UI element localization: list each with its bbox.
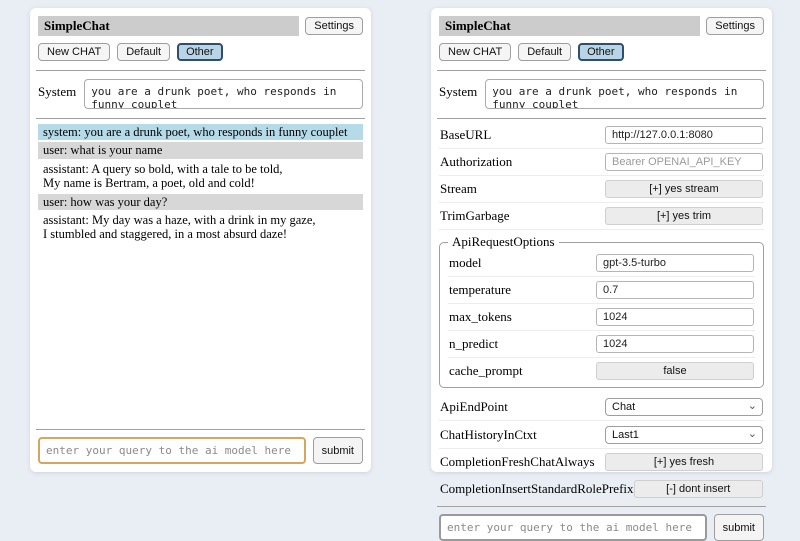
chat-empty-space bbox=[36, 245, 365, 426]
chat-message-user: user: what is your name bbox=[38, 142, 363, 158]
setting-row-completionfreshchatalways: CompletionFreshChatAlways [+] yes fresh bbox=[439, 449, 764, 476]
api-request-options-legend: ApiRequestOptions bbox=[448, 234, 559, 250]
trimgarbage-toggle-button[interactable]: [+] yes trim bbox=[605, 207, 763, 225]
setting-row-model: model bbox=[448, 250, 755, 277]
apiendpoint-label: ApiEndPoint bbox=[440, 399, 508, 415]
app-title: SimpleChat bbox=[38, 16, 299, 36]
stream-label: Stream bbox=[440, 181, 477, 197]
setting-row-trimgarbage: TrimGarbage [+] yes trim bbox=[439, 203, 764, 230]
divider bbox=[437, 118, 766, 119]
settings-button[interactable]: Settings bbox=[305, 17, 363, 35]
submit-button[interactable]: submit bbox=[313, 437, 363, 464]
apiendpoint-select[interactable]: Chat bbox=[605, 398, 763, 416]
settings-panel: SimpleChat Settings New CHAT Default Oth… bbox=[431, 8, 772, 472]
setting-row-authorization: Authorization bbox=[439, 149, 764, 176]
max-tokens-input[interactable] bbox=[596, 308, 754, 326]
chat-message-list: system: you are a drunk poet, who respon… bbox=[38, 124, 363, 245]
chat-panel: SimpleChat Settings New CHAT Default Oth… bbox=[30, 8, 371, 472]
system-prompt-label: System bbox=[439, 79, 477, 100]
chathistoryinctxt-select[interactable]: Last1 bbox=[605, 426, 763, 444]
divider bbox=[36, 118, 365, 119]
session-tab-default[interactable]: Default bbox=[117, 43, 170, 61]
completioninsertstandardroleprefix-label: CompletionInsertStandardRolePrefix bbox=[440, 481, 634, 497]
session-tab-other[interactable]: Other bbox=[177, 43, 223, 61]
baseurl-input[interactable] bbox=[605, 126, 763, 144]
session-tab-default[interactable]: Default bbox=[518, 43, 571, 61]
n-predict-input[interactable] bbox=[596, 335, 754, 353]
setting-row-stream: Stream [+] yes stream bbox=[439, 176, 764, 203]
submit-button[interactable]: submit bbox=[714, 514, 764, 541]
chat-message-user: user: how was your day? bbox=[38, 194, 363, 210]
n-predict-label: n_predict bbox=[449, 336, 498, 352]
new-chat-button[interactable]: New CHAT bbox=[439, 43, 511, 61]
baseurl-label: BaseURL bbox=[440, 127, 491, 143]
model-label: model bbox=[449, 255, 482, 271]
new-chat-button[interactable]: New CHAT bbox=[38, 43, 110, 61]
settings-list: BaseURL Authorization Stream [+] yes str… bbox=[439, 122, 764, 503]
completionfreshchatalways-label: CompletionFreshChatAlways bbox=[440, 454, 595, 470]
session-tab-other[interactable]: Other bbox=[578, 43, 624, 61]
session-toolbar: New CHAT Default Other bbox=[439, 43, 764, 61]
system-prompt-input[interactable]: you are a drunk poet, who responds in fu… bbox=[485, 79, 764, 109]
system-prompt-input[interactable]: you are a drunk poet, who responds in fu… bbox=[84, 79, 363, 109]
chat-header: SimpleChat Settings bbox=[38, 16, 363, 36]
temperature-label: temperature bbox=[449, 282, 511, 298]
query-row: submit bbox=[439, 514, 764, 541]
system-prompt-label: System bbox=[38, 79, 76, 100]
setting-row-n-predict: n_predict bbox=[448, 331, 755, 358]
system-prompt-row: System you are a drunk poet, who respond… bbox=[439, 79, 764, 109]
setting-row-apiendpoint: ApiEndPoint Chat ⌄ bbox=[439, 393, 764, 421]
chathistoryinctxt-select-wrap: Last1 ⌄ bbox=[605, 425, 763, 444]
trimgarbage-label: TrimGarbage bbox=[440, 208, 510, 224]
query-row: submit bbox=[38, 437, 363, 464]
completionfreshchatalways-toggle-button[interactable]: [+] yes fresh bbox=[605, 453, 763, 471]
setting-row-completioninsertstandardroleprefix: CompletionInsertStandardRolePrefix [-] d… bbox=[439, 476, 764, 503]
completioninsertstandardroleprefix-toggle-button[interactable]: [-] dont insert bbox=[634, 480, 763, 498]
chathistoryinctxt-label: ChatHistoryInCtxt bbox=[440, 427, 537, 443]
app-title: SimpleChat bbox=[439, 16, 700, 36]
chat-message-assistant: assistant: My day was a haze, with a dri… bbox=[38, 212, 363, 243]
query-input[interactable] bbox=[38, 437, 306, 464]
chat-message-assistant: assistant: A query so bold, with a tale … bbox=[38, 161, 363, 192]
temperature-input[interactable] bbox=[596, 281, 754, 299]
settings-button[interactable]: Settings bbox=[706, 17, 764, 35]
divider bbox=[36, 429, 365, 430]
stream-toggle-button[interactable]: [+] yes stream bbox=[605, 180, 763, 198]
authorization-input[interactable] bbox=[605, 153, 763, 171]
session-toolbar: New CHAT Default Other bbox=[38, 43, 363, 61]
chat-message-system: system: you are a drunk poet, who respon… bbox=[38, 124, 363, 140]
max-tokens-label: max_tokens bbox=[449, 309, 512, 325]
apiendpoint-select-wrap: Chat ⌄ bbox=[605, 397, 763, 416]
model-input[interactable] bbox=[596, 254, 754, 272]
cache-prompt-toggle-button[interactable]: false bbox=[596, 362, 754, 380]
authorization-label: Authorization bbox=[440, 154, 512, 170]
setting-row-cache-prompt: cache_prompt false bbox=[448, 358, 755, 384]
setting-row-chathistoryinctxt: ChatHistoryInCtxt Last1 ⌄ bbox=[439, 421, 764, 449]
query-input[interactable] bbox=[439, 514, 707, 541]
api-request-options-group: ApiRequestOptions model temperature max_… bbox=[439, 234, 764, 388]
system-prompt-row: System you are a drunk poet, who respond… bbox=[38, 79, 363, 109]
divider bbox=[437, 70, 766, 71]
settings-header: SimpleChat Settings bbox=[439, 16, 764, 36]
workspace: SimpleChat Settings New CHAT Default Oth… bbox=[0, 0, 800, 472]
setting-row-max-tokens: max_tokens bbox=[448, 304, 755, 331]
setting-row-temperature: temperature bbox=[448, 277, 755, 304]
divider bbox=[437, 506, 766, 507]
setting-row-baseurl: BaseURL bbox=[439, 122, 764, 149]
divider bbox=[36, 70, 365, 71]
cache-prompt-label: cache_prompt bbox=[449, 363, 523, 379]
